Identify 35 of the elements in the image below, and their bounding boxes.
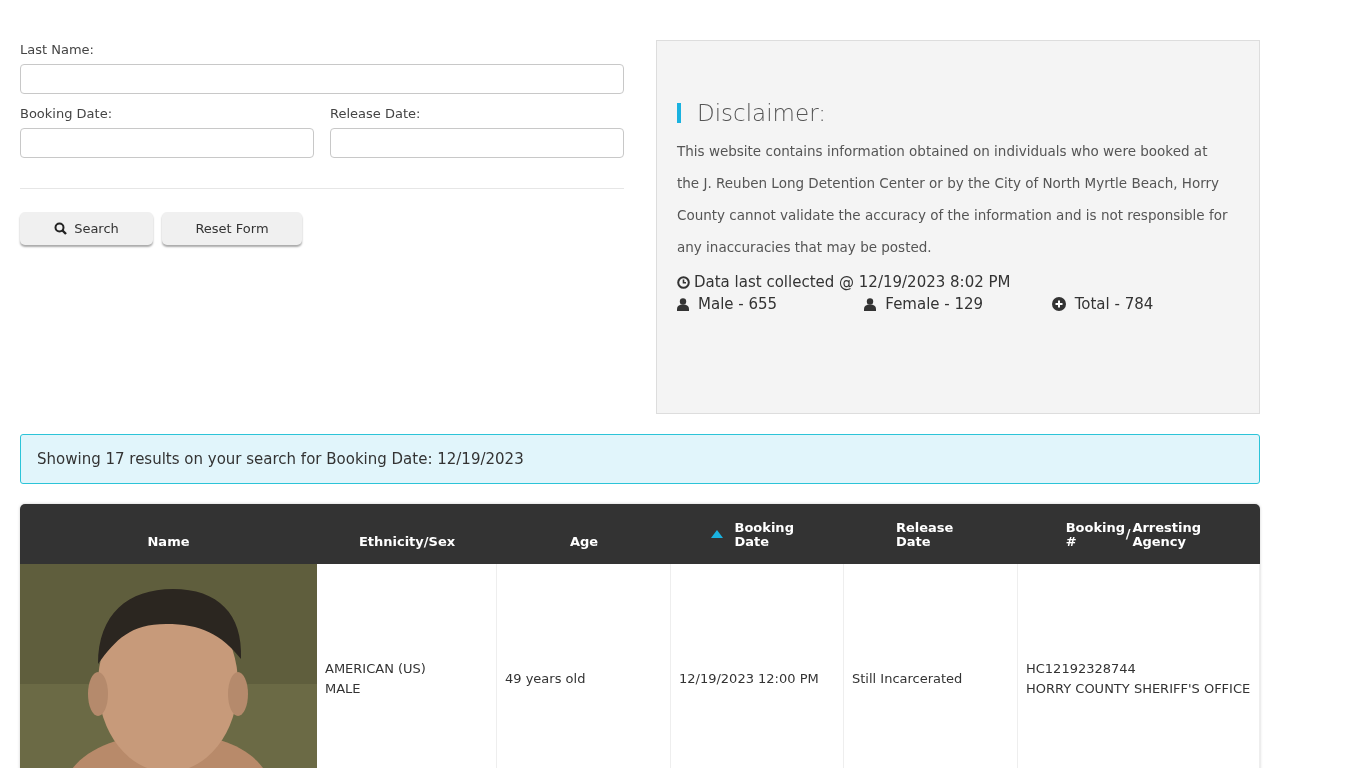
column-header[interactable]: Ethnicity/Sex [358, 535, 456, 549]
age-text: 49 years old [505, 670, 587, 688]
input-field[interactable] [20, 128, 314, 158]
agency-text: HORRY COUNTY SHERIFF'S OFFICE [1026, 680, 1252, 698]
disclaimer-text: This website contains information obtained on individuals who were booked at the J. Reuben Long Detention Center or by the City of North Myrtle Beach, Horry County cannot validate the accuracy of the information and is not responsible for any inaccuracies that may be posted. [677, 142, 1229, 257]
input-field[interactable] [20, 64, 624, 94]
column-header[interactable]: Name [147, 535, 190, 549]
reset-button[interactable]: Reset Form [162, 212, 302, 245]
results-notice: Showing 17 results on your search for Booking Date: 12/19/2023 [20, 434, 1260, 484]
person-icon [677, 297, 689, 311]
ethnicity-text: AMERICAN (US) [325, 660, 427, 678]
separator-text: / [1125, 526, 1132, 541]
sex-text: MALE [325, 680, 362, 698]
stat-text: Total - 784 [1074, 295, 1154, 313]
stat-text: Male - 655 [698, 295, 778, 313]
search-icon [54, 222, 68, 235]
plus-circle-icon [1051, 297, 1066, 311]
clock-icon [677, 275, 690, 289]
field-label: Booking Date: [20, 106, 114, 121]
disclaimer-title: Disclaimer: [677, 103, 1239, 123]
booking-date-text: 12/19/2023 12:00 PM [679, 670, 820, 688]
person-icon [864, 297, 877, 311]
column-header[interactable]: Age [569, 535, 599, 549]
release-date-text: Still Incarcerated [852, 670, 964, 688]
last-collected-text: Data last collected @ 12/19/2023 8:02 PM [694, 273, 1011, 291]
input-field[interactable] [330, 128, 624, 158]
column-header[interactable]: Release Date [896, 521, 966, 549]
column-header[interactable]: Booking # [1065, 521, 1126, 549]
stat-text: Female - 129 [885, 295, 984, 313]
column-header[interactable]: Arresting Agency [1132, 521, 1213, 549]
column-header[interactable]: Booking Date [734, 521, 805, 549]
field-label: Last Name: [20, 42, 95, 57]
field-label: Release Date: [330, 106, 422, 121]
search-button[interactable]: Search [20, 212, 153, 245]
booking-number-text: HC12192328744 [1026, 660, 1137, 678]
